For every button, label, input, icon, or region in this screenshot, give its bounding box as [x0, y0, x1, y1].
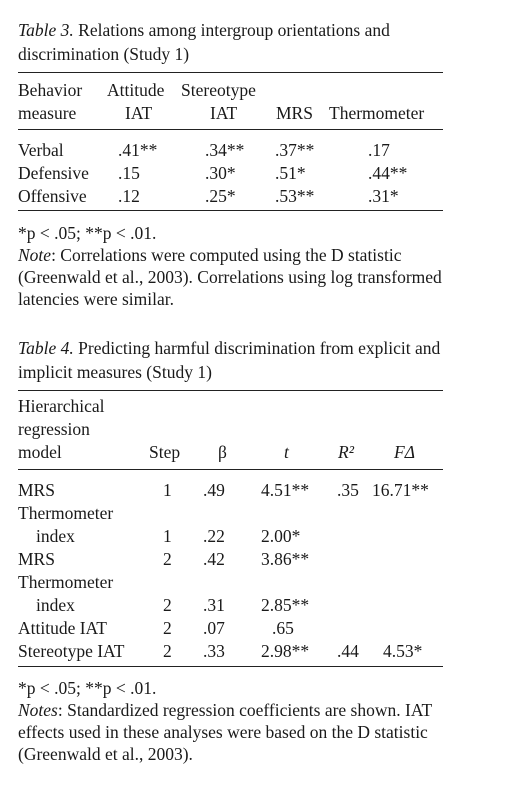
table3-cell-attitude: .41**	[118, 140, 158, 160]
table3-row-measure: Offensive	[18, 186, 87, 206]
table3-cell-mrs: .37**	[275, 140, 315, 160]
table4-cell-t: 4.51**	[261, 480, 310, 500]
table3-caption: Table 3. Relations among intergroup orie…	[18, 18, 448, 66]
table4-cell-beta: .07	[203, 618, 225, 638]
table3-header-mrs: MRS	[276, 103, 313, 123]
table3-caption-label: Table 3.	[18, 20, 74, 40]
table4-header-fdelta: FΔ	[394, 442, 415, 462]
table4-cell-step: 1	[163, 526, 172, 546]
table4-row-model: Thermometer	[18, 572, 114, 592]
table4-cell-beta: .22	[203, 526, 225, 546]
table3-cell-thermometer: .17	[368, 140, 390, 160]
table4-caption-label: Table 4.	[18, 338, 74, 358]
table4-cell-fdelta: 4.53*	[383, 641, 423, 661]
table4-row-model: MRS	[18, 480, 55, 500]
table4-caption-text: Predicting harmful discrimination from e…	[18, 338, 441, 382]
table3-header-measure-2: measure	[18, 103, 77, 123]
table4-header-beta: β	[218, 442, 227, 462]
table4-cell-t: .65	[272, 618, 294, 638]
table3-note: Note: Correlations were computed using t…	[18, 244, 458, 310]
table4-cell-t: 2.00*	[261, 526, 301, 546]
table4-cell-t: 2.98**	[261, 641, 310, 661]
table3-cell-thermometer: .31*	[368, 186, 399, 206]
table4-bottom-rule	[18, 666, 443, 668]
table4-header-model-2: regression	[18, 419, 90, 439]
table3-header-attitude-1: Attitude	[107, 80, 165, 100]
table3-header-thermometer: Thermometer	[329, 103, 425, 123]
table3-row-measure: Verbal	[18, 140, 64, 160]
table4-cell-beta: .31	[203, 595, 225, 615]
table3-note-label: Note	[18, 245, 52, 265]
table3-header-rule	[18, 129, 443, 131]
table4-row-model: index	[36, 595, 75, 615]
table3-cell-stereotype: .25*	[205, 186, 236, 206]
table4-header-r2: R²	[338, 442, 354, 462]
table4-header-model-1: Hierarchical	[18, 396, 105, 416]
table4-header-rule	[18, 469, 443, 471]
table4-cell-step: 1	[163, 480, 172, 500]
table4-header-step: Step	[149, 442, 181, 462]
table3-footnote: *p < .05; **p < .01. Note: Correlations …	[18, 222, 458, 310]
table3-row-measure: Defensive	[18, 163, 89, 183]
table3-top-rule	[18, 72, 443, 74]
table4-cell-r2: .44	[337, 641, 359, 661]
table4-cell-step: 2	[163, 595, 172, 615]
table3-cell-attitude: .15	[118, 163, 140, 183]
table3-cell-thermometer: .44**	[368, 163, 408, 183]
table4-row-model: Attitude IAT	[18, 618, 107, 638]
table4-header-model-3: model	[18, 442, 62, 462]
table4-note-text: : Standardized regression coefficients a…	[18, 700, 432, 764]
table3-cell-stereotype: .34**	[205, 140, 245, 160]
table4-cell-step: 2	[163, 641, 172, 661]
table3-cell-mrs: .51*	[275, 163, 306, 183]
table3-cell-mrs: .53**	[275, 186, 315, 206]
table4-cell-step: 2	[163, 618, 172, 638]
table4-cell-t: 2.85**	[261, 595, 310, 615]
table4-cell-fdelta: 16.71**	[372, 480, 429, 500]
table3-caption-text: Relations among intergroup orientations …	[18, 20, 390, 64]
table3-cell-attitude: .12	[118, 186, 140, 206]
table3-cell-stereotype: .30*	[205, 163, 236, 183]
table3-note-text: : Correlations were computed using the D…	[18, 245, 442, 309]
table4-cell-step: 2	[163, 549, 172, 569]
table4-note: Notes: Standardized regression coefficie…	[18, 699, 458, 765]
table3-header-attitude-2: IAT	[125, 103, 153, 123]
table4-cell-beta: .49	[203, 480, 225, 500]
table3-header-measure-1: Behavior	[18, 80, 83, 100]
table4-header-t: t	[284, 442, 289, 462]
table4-row-model: Thermometer	[18, 503, 114, 523]
table4-top-rule	[18, 390, 443, 392]
table4-cell-beta: .33	[203, 641, 225, 661]
table4-significance-note: *p < .05; **p < .01.	[18, 678, 157, 698]
table4-footnote: *p < .05; **p < .01. Notes: Standardized…	[18, 677, 458, 765]
table4-cell-t: 3.86**	[261, 549, 310, 569]
table4-note-label: Notes	[18, 700, 58, 720]
table3-significance-note: *p < .05; **p < .01.	[18, 223, 157, 243]
table4-cell-beta: .42	[203, 549, 225, 569]
table4-cell-r2: .35	[337, 480, 359, 500]
table3-header-stereotype-2: IAT	[210, 103, 238, 123]
table4-row-model: MRS	[18, 549, 55, 569]
table4-caption: Table 4. Predicting harmful discriminati…	[18, 336, 448, 384]
table3-header-stereotype-1: Stereotype	[181, 80, 256, 100]
table4-row-model: index	[36, 526, 75, 546]
table4-row-model: Stereotype IAT	[18, 641, 125, 661]
table3-bottom-rule	[18, 210, 443, 212]
